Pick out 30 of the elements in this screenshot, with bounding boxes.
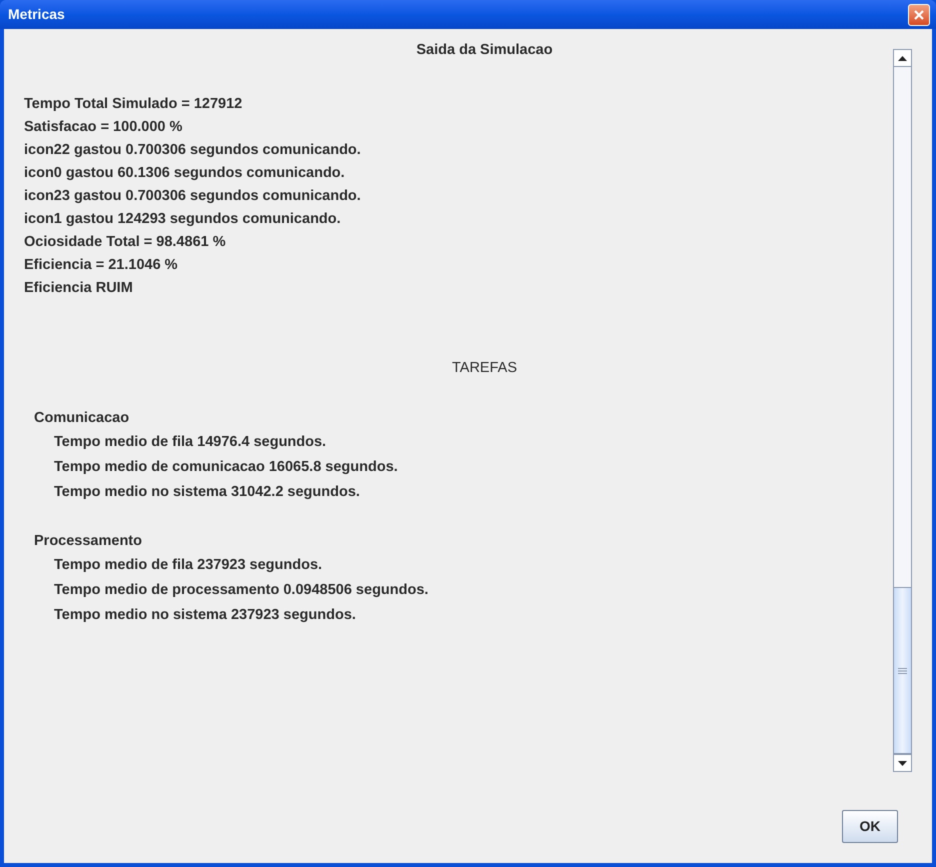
scrollbar[interactable] — [893, 49, 912, 772]
window-title: Metricas — [7, 5, 65, 24]
output-line: Eficiencia RUIM — [24, 278, 134, 298]
group-line: Tempo medio de fila 14976.4 segundos. — [53, 432, 328, 452]
output-line: Satisfacao = 100.000 % — [24, 118, 184, 137]
output-line: Eficiencia = 21.1046 % — [24, 256, 179, 275]
group-line: Tempo medio de fila 237923 segundos. — [53, 556, 324, 574]
close-icon — [913, 8, 925, 20]
up-arrow-icon — [898, 56, 907, 60]
group-heading: Processamento — [34, 532, 143, 550]
output-line: Tempo Total Simulado = 127912 — [24, 94, 244, 114]
group-line: Tempo medio de processamento 0.0948506 segundos. — [53, 580, 430, 600]
output-heading: Saida da Simulacao — [416, 41, 553, 60]
group-line: Tempo medio no sistema 237923 segundos. — [53, 606, 357, 624]
close-button[interactable] — [908, 4, 930, 26]
output-line: icon0 gastou 60.1306 segundos comunicando. — [24, 164, 346, 183]
output-line: icon23 gastou 0.700306 segundos comunicando. — [24, 186, 362, 206]
scroll-down-button[interactable] — [894, 754, 911, 771]
output-line: icon1 gastou 124293 segundos comunicando. — [24, 210, 342, 229]
down-arrow-icon — [898, 760, 907, 766]
output-line: Ociosidade Total = 98.4861 % — [24, 232, 227, 252]
ok-button[interactable]: OK — [842, 810, 898, 843]
group-line: Tempo medio no sistema 31042.2 segundos. — [53, 482, 361, 502]
group-heading: Comunicacao — [34, 408, 130, 428]
scroll-thumb[interactable] — [894, 587, 911, 754]
grip-icon — [898, 668, 907, 674]
group-line: Tempo medio de comunicacao 16065.8 segundos. — [53, 458, 399, 476]
section-heading: TAREFAS — [452, 358, 517, 378]
scroll-up-button[interactable] — [894, 50, 911, 67]
output-line: icon22 gastou 0.700306 segundos comunicando. — [24, 140, 362, 160]
